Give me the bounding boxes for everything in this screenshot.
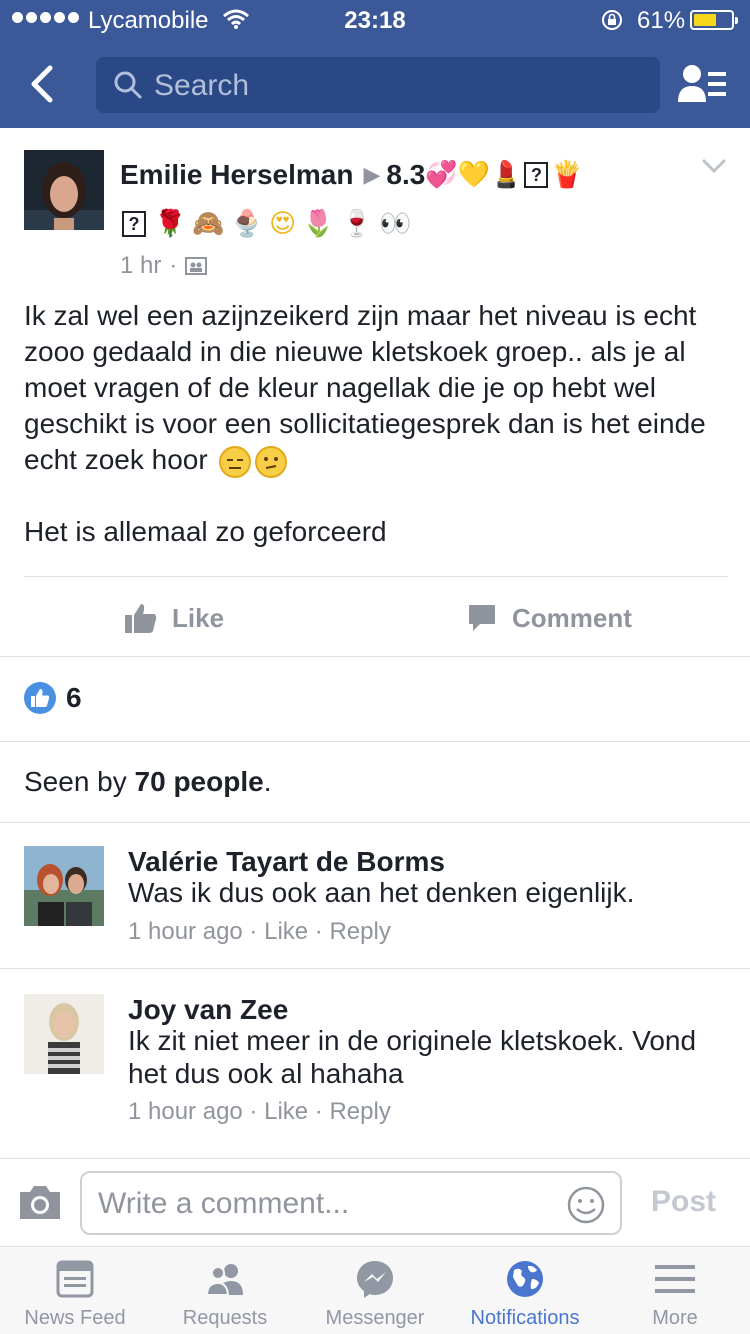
commenter-avatar-image	[24, 994, 104, 1074]
commenter-avatar[interactable]	[24, 994, 104, 1074]
comment-placeholder: Write a comment...	[98, 1187, 350, 1220]
post-body: Ik zal wel een azijnzeikerd zijn maar he…	[24, 298, 734, 586]
like-button[interactable]: Like	[124, 602, 224, 634]
author-avatar[interactable]	[24, 150, 104, 230]
post-paragraph: Ik zal wel een azijnzeikerd zijn maar he…	[24, 298, 734, 478]
separator-dot: ·	[169, 252, 178, 279]
comment-time[interactable]: 1 hour ago	[128, 1098, 243, 1125]
comment-meta: 1 hour ago · Like · Reply	[128, 918, 391, 945]
expressionless-face-icon	[219, 445, 252, 478]
comment-composer: Write a comment... Post	[0, 1158, 750, 1246]
comment-meta: 1 hour ago · Like · Reply	[128, 1098, 391, 1125]
navigation-bar: Search	[0, 40, 750, 128]
top-bar: Lycamobile 23:18 61% Search	[0, 0, 750, 128]
tab-more[interactable]: More	[600, 1247, 750, 1334]
post-time[interactable]: 1 hr	[120, 252, 161, 280]
requests-icon	[205, 1264, 243, 1296]
post-actions: Like Comment	[0, 578, 750, 656]
friend-list-icon[interactable]	[676, 62, 728, 106]
divider	[24, 576, 728, 577]
group-name[interactable]: 8.3	[386, 159, 425, 191]
post-author-line: Emilie Herselman ▶ 8.3 💞 💛 💄 ? 🍟	[120, 158, 583, 192]
notifications-globe-icon	[507, 1261, 543, 1297]
tab-messenger[interactable]: Messenger	[300, 1247, 450, 1334]
wine-glass-icon: 🍷	[340, 209, 373, 239]
comment-input[interactable]: Write a comment...	[80, 1171, 622, 1235]
lipstick-icon: 💄	[490, 160, 523, 190]
like-reaction-icon	[24, 682, 56, 714]
divider	[0, 741, 750, 742]
author-avatar-image	[24, 150, 104, 230]
tab-requests[interactable]: Requests	[150, 1247, 300, 1334]
post-options-chevron-icon[interactable]	[700, 156, 728, 176]
heart-eyes-face-icon: 😍	[269, 209, 297, 239]
group-audience-icon	[185, 257, 208, 275]
comment-reply-link[interactable]: Reply	[329, 1098, 390, 1125]
comment-like-link[interactable]: Like	[264, 1098, 308, 1125]
comment-text: Was ik dus ook aan het denken eigenlijk.	[128, 877, 635, 908]
confused-face-icon	[255, 445, 288, 478]
author-name[interactable]: Emilie Herselman	[120, 159, 353, 191]
sticker-smiley-icon[interactable]	[566, 1185, 606, 1225]
post-meta: 1 hr ·	[120, 252, 208, 280]
search-input[interactable]: Search	[96, 57, 660, 113]
comment-like-link[interactable]: Like	[264, 918, 308, 945]
unknown-emoji-icon: ?	[122, 211, 146, 237]
ice-cream-icon: 🍨	[230, 209, 264, 239]
reaction-summary[interactable]: 6	[24, 682, 82, 714]
shared-to-arrow-icon: ▶	[363, 162, 381, 187]
eyes-icon: 👀	[378, 209, 412, 239]
comment-time[interactable]: 1 hour ago	[128, 918, 243, 945]
divider	[0, 656, 750, 657]
rose-icon: 🌹	[154, 209, 187, 239]
french-fries-icon: 🍟	[550, 160, 583, 190]
rotation-lock-icon	[602, 10, 622, 30]
seen-count: 70 people	[134, 766, 264, 797]
status-bar: Lycamobile 23:18 61%	[0, 0, 750, 40]
author-emoji-row: ? 🌹 🙈 🍨 😍 🌷 🍷 👀	[120, 206, 411, 242]
like-count: 6	[66, 682, 82, 713]
divider	[0, 968, 750, 969]
commenter-avatar[interactable]	[24, 846, 104, 926]
seen-by[interactable]: Seen by 70 people.	[24, 766, 271, 798]
comment-button[interactable]: Comment	[466, 602, 632, 634]
more-menu-icon	[655, 1265, 695, 1293]
tab-news-feed[interactable]: News Feed	[0, 1247, 150, 1334]
news-feed-icon	[56, 1260, 94, 1298]
battery-icon	[690, 10, 738, 30]
commenter-avatar-image	[24, 846, 104, 926]
comment-text: Ik zit niet meer in de originele kletsko…	[128, 1025, 697, 1089]
messenger-icon	[357, 1261, 393, 1298]
comment-reply-link[interactable]: Reply	[329, 918, 390, 945]
unknown-emoji-icon: ?	[524, 162, 549, 188]
commenter-name[interactable]: Valérie Tayart de Borms	[128, 846, 445, 878]
battery-percent: 61%	[637, 7, 686, 34]
yellow-heart-icon: 💛	[457, 160, 491, 190]
tulip-icon: 🌷	[302, 209, 335, 239]
camera-icon[interactable]	[18, 1183, 62, 1221]
back-arrow-icon[interactable]	[22, 62, 66, 106]
search-icon	[114, 71, 142, 99]
thumbs-up-icon	[125, 604, 157, 633]
post-comment-button[interactable]: Post	[651, 1185, 716, 1219]
divider	[0, 822, 750, 823]
comment-item: Valérie Tayart de Borms Was ik dus ook a…	[0, 846, 750, 946]
tab-bar: News Feed Requests Messenger Notificatio…	[0, 1246, 750, 1334]
tab-notifications[interactable]: Notifications	[450, 1247, 600, 1334]
post-paragraph: Het is allemaal zo geforceerd	[24, 516, 387, 547]
comment-item: Joy van Zee Ik zit niet meer in de origi…	[0, 994, 750, 1125]
search-placeholder: Search	[154, 69, 250, 102]
see-no-evil-monkey-icon: 🙈	[192, 209, 225, 239]
comment-bubble-icon	[469, 605, 495, 631]
sparkling-heart-icon: 💞	[425, 160, 458, 190]
commenter-name[interactable]: Joy van Zee	[128, 994, 288, 1026]
